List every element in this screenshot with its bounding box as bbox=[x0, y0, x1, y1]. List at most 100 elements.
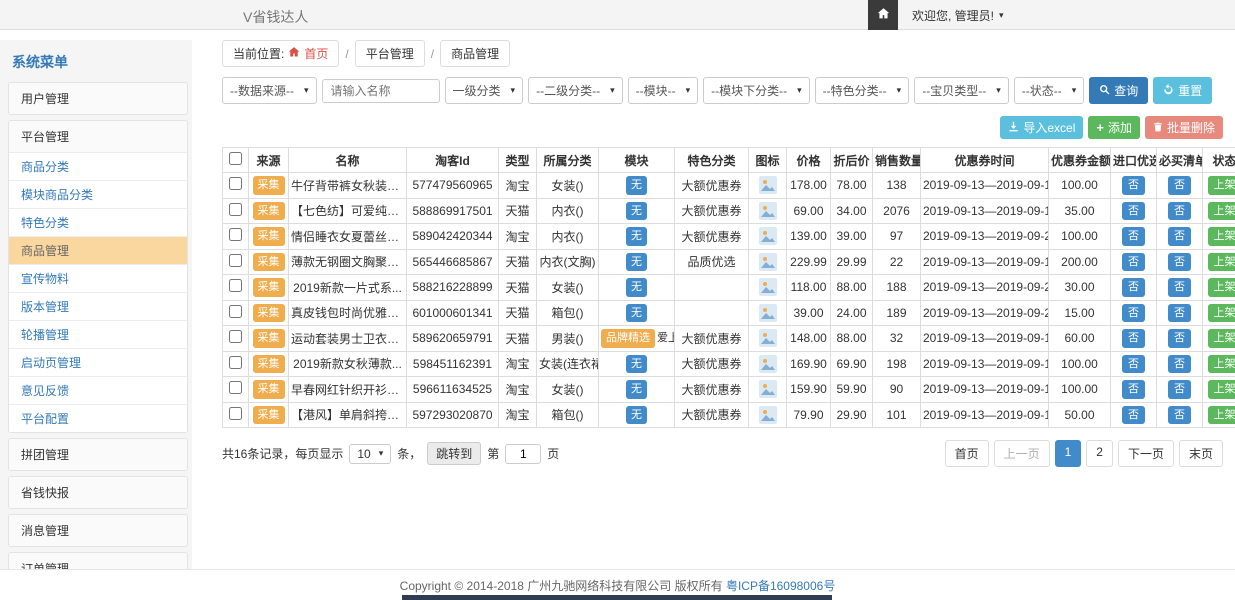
row-checkbox[interactable] bbox=[229, 177, 242, 190]
product-thumbnail bbox=[759, 329, 777, 347]
per-page-select[interactable]: 10 ▾ bbox=[349, 444, 391, 464]
filter-select[interactable]: --二级分类--▾ bbox=[528, 77, 623, 104]
imported-toggle-badge[interactable]: 否 bbox=[1122, 329, 1145, 348]
row-checkbox[interactable] bbox=[229, 279, 242, 292]
product-category: 内衣() bbox=[537, 224, 599, 250]
sidebar-item[interactable]: 宣传物料 bbox=[9, 264, 187, 292]
filter-select-label: --特色分类-- bbox=[823, 82, 887, 99]
sidebar-item[interactable]: 平台配置 bbox=[9, 404, 187, 432]
must-buy-toggle-badge[interactable]: 否 bbox=[1168, 329, 1191, 348]
filter-select[interactable]: --宝贝类型--▾ bbox=[914, 77, 1009, 104]
status-badge[interactable]: 上架 bbox=[1208, 227, 1235, 246]
status-badge[interactable]: 上架 bbox=[1208, 355, 1235, 374]
status-badge[interactable]: 上架 bbox=[1208, 176, 1235, 195]
imported-toggle-badge[interactable]: 否 bbox=[1122, 202, 1145, 221]
sidebar-item[interactable]: 意见反馈 bbox=[9, 376, 187, 404]
filter-select[interactable]: --特色分类--▾ bbox=[815, 77, 910, 104]
refresh-icon bbox=[1163, 84, 1174, 98]
page-button[interactable]: 2 bbox=[1086, 440, 1113, 467]
row-checkbox[interactable] bbox=[229, 356, 242, 369]
icp-link[interactable]: 粤ICP备16098006号 bbox=[726, 579, 835, 593]
discount-price: 88.00 bbox=[831, 275, 873, 301]
imported-toggle-badge[interactable]: 否 bbox=[1122, 355, 1145, 374]
product-name-input[interactable] bbox=[322, 79, 440, 103]
row-checkbox[interactable] bbox=[229, 254, 242, 267]
imported-toggle-badge[interactable]: 否 bbox=[1122, 406, 1145, 425]
column-header: 必买清单 bbox=[1157, 148, 1203, 173]
product-type: 天猫 bbox=[499, 249, 537, 275]
must-buy-toggle-badge[interactable]: 否 bbox=[1168, 304, 1191, 323]
jump-button[interactable]: 跳转到 bbox=[427, 442, 481, 465]
import-excel-button[interactable]: 导入excel bbox=[1000, 116, 1083, 139]
status-badge[interactable]: 上架 bbox=[1208, 253, 1235, 272]
imported-toggle-badge[interactable]: 否 bbox=[1122, 380, 1145, 399]
search-button[interactable]: 查询 bbox=[1089, 77, 1148, 104]
filter-select[interactable]: --模块下分类--▾ bbox=[703, 77, 810, 104]
page-button[interactable]: 末页 bbox=[1179, 440, 1223, 467]
taoke-id: 596611634525 bbox=[407, 377, 499, 403]
imported-toggle-badge[interactable]: 否 bbox=[1122, 227, 1145, 246]
reset-button[interactable]: 重置 bbox=[1153, 77, 1212, 104]
imported-toggle-badge[interactable]: 否 bbox=[1122, 278, 1145, 297]
imported-toggle-badge[interactable]: 否 bbox=[1122, 304, 1145, 323]
sidebar-group[interactable]: 省钱快报 bbox=[9, 477, 187, 508]
sidebar-item[interactable]: 商品分类 bbox=[9, 152, 187, 180]
row-checkbox[interactable] bbox=[229, 203, 242, 216]
sidebar-group[interactable]: 拼团管理 bbox=[9, 439, 187, 470]
filter-select[interactable]: 一级分类▾ bbox=[445, 77, 524, 104]
imported-toggle-badge[interactable]: 否 bbox=[1122, 176, 1145, 195]
page-button[interactable]: 上一页 bbox=[994, 440, 1050, 467]
row-checkbox[interactable] bbox=[229, 407, 242, 420]
filter-select[interactable]: --模块--▾ bbox=[628, 77, 699, 104]
status-badge[interactable]: 上架 bbox=[1208, 380, 1235, 399]
add-button[interactable]: + 添加 bbox=[1088, 116, 1140, 139]
must-buy-toggle-badge[interactable]: 否 bbox=[1168, 176, 1191, 195]
filter-select[interactable]: --数据来源--▾ bbox=[222, 77, 317, 104]
must-buy-toggle-badge[interactable]: 否 bbox=[1168, 253, 1191, 272]
filter-select[interactable]: --状态--▾ bbox=[1014, 77, 1085, 104]
breadcrumb-item-platform[interactable]: 平台管理 bbox=[355, 40, 425, 67]
column-header: 所属分类 bbox=[537, 148, 599, 173]
sidebar-group[interactable]: 平台管理 bbox=[9, 121, 187, 152]
row-checkbox[interactable] bbox=[229, 330, 242, 343]
must-buy-toggle-badge[interactable]: 否 bbox=[1168, 380, 1191, 399]
sidebar-item[interactable]: 商品管理 bbox=[9, 236, 187, 264]
price: 139.00 bbox=[787, 224, 831, 250]
page-button[interactable]: 1 bbox=[1055, 440, 1082, 467]
status-badge[interactable]: 上架 bbox=[1208, 202, 1235, 221]
must-buy-toggle-badge[interactable]: 否 bbox=[1168, 227, 1191, 246]
select-all-checkbox[interactable] bbox=[229, 152, 242, 165]
breadcrumb-item-products[interactable]: 商品管理 bbox=[440, 40, 510, 67]
page-button[interactable]: 下一页 bbox=[1118, 440, 1174, 467]
status-badge[interactable]: 上架 bbox=[1208, 406, 1235, 425]
sales-count: 138 bbox=[873, 173, 921, 199]
product-name: 运动套装男士卫衣初秋... bbox=[289, 326, 407, 352]
home-button[interactable] bbox=[868, 0, 898, 30]
batch-delete-button[interactable]: 批量删除 bbox=[1145, 116, 1223, 139]
status-badge[interactable]: 上架 bbox=[1208, 304, 1235, 323]
sidebar-group[interactable]: 用户管理 bbox=[9, 83, 187, 114]
products-table: 来源名称淘客Id类型所属分类模块特色分类图标价格折后价销售数量优惠券时间优惠券金… bbox=[222, 147, 1235, 428]
status-badge[interactable]: 上架 bbox=[1208, 278, 1235, 297]
table-row: 采集2019新款一片式系...588216228899天猫女装()无118.00… bbox=[223, 275, 1235, 301]
must-buy-toggle-badge[interactable]: 否 bbox=[1168, 202, 1191, 221]
user-menu[interactable]: 欢迎您, 管理员! ▾ bbox=[912, 7, 1004, 24]
breadcrumb-home-link[interactable]: 首页 bbox=[304, 45, 328, 62]
row-checkbox[interactable] bbox=[229, 228, 242, 241]
must-buy-toggle-badge[interactable]: 否 bbox=[1168, 406, 1191, 425]
sidebar-item[interactable]: 启动页管理 bbox=[9, 348, 187, 376]
sidebar-group[interactable]: 消息管理 bbox=[9, 515, 187, 546]
sidebar-item[interactable]: 轮播管理 bbox=[9, 320, 187, 348]
product-name: 真皮钱包时尚优雅女士... bbox=[289, 300, 407, 326]
page-button[interactable]: 首页 bbox=[945, 440, 989, 467]
imported-toggle-badge[interactable]: 否 bbox=[1122, 253, 1145, 272]
row-checkbox[interactable] bbox=[229, 381, 242, 394]
sidebar-item[interactable]: 特色分类 bbox=[9, 208, 187, 236]
page-number-input[interactable] bbox=[505, 444, 541, 464]
status-badge[interactable]: 上架 bbox=[1208, 329, 1235, 348]
row-checkbox[interactable] bbox=[229, 305, 242, 318]
must-buy-toggle-badge[interactable]: 否 bbox=[1168, 278, 1191, 297]
sidebar-item[interactable]: 版本管理 bbox=[9, 292, 187, 320]
must-buy-toggle-badge[interactable]: 否 bbox=[1168, 355, 1191, 374]
sidebar-item[interactable]: 模块商品分类 bbox=[9, 180, 187, 208]
